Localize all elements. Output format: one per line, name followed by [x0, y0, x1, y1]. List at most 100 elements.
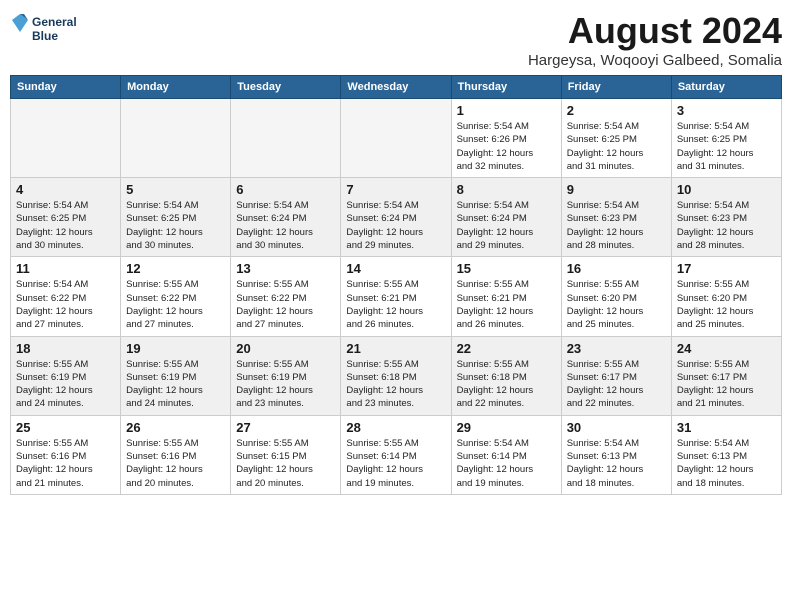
- calendar-cell: 16Sunrise: 5:55 AM Sunset: 6:20 PM Dayli…: [561, 257, 671, 336]
- calendar-week-2: 4 Sunrise: 5:54 AM Sunset: 6:25 PM Daylig…: [11, 178, 782, 257]
- day-info: Sunrise: 5:54 AM Sunset: 6:23 PM Dayligh…: [567, 199, 666, 252]
- day-number: 13: [236, 261, 335, 276]
- day-info: Sunrise: 5:54 AM Sunset: 6:13 PM Dayligh…: [677, 437, 776, 490]
- day-number: 18: [16, 341, 115, 356]
- day-number: 5: [126, 182, 225, 197]
- day-number: 22: [457, 341, 556, 356]
- day-number: 11: [16, 261, 115, 276]
- day-number: 15: [457, 261, 556, 276]
- day-number: 31: [677, 420, 776, 435]
- day-number: 26: [126, 420, 225, 435]
- calendar-cell: 28 Sunrise: 5:55 AM Sunset: 6:14 PM Dayli…: [341, 415, 451, 494]
- day-number: 29: [457, 420, 556, 435]
- calendar-week-1: 1 Sunrise: 5:54 AM Sunset: 6:26 PM Daylig…: [11, 99, 782, 178]
- day-info: Sunrise: 5:54 AM Sunset: 6:23 PM Dayligh…: [677, 199, 776, 252]
- day-info: Sunrise: 5:55 AM Sunset: 6:17 PM Dayligh…: [677, 358, 776, 411]
- calendar-cell: 2 Sunrise: 5:54 AM Sunset: 6:25 PM Daylig…: [561, 99, 671, 178]
- weekday-header-row: SundayMondayTuesdayWednesdayThursdayFrid…: [11, 76, 782, 99]
- calendar-cell: 15 Sunrise: 5:55 AM Sunset: 6:21 PM Dayli…: [451, 257, 561, 336]
- day-info: Sunrise: 5:54 AM Sunset: 6:14 PM Dayligh…: [457, 437, 556, 490]
- calendar-cell: 22 Sunrise: 5:55 AM Sunset: 6:18 PM Dayli…: [451, 336, 561, 415]
- day-info: Sunrise: 5:54 AM Sunset: 6:25 PM Dayligh…: [16, 199, 115, 252]
- day-info: Sunrise: 5:54 AM Sunset: 6:22 PM Dayligh…: [16, 278, 115, 331]
- day-info: Sunrise: 5:54 AM Sunset: 6:26 PM Dayligh…: [457, 120, 556, 173]
- day-number: 17: [677, 261, 776, 276]
- day-info: Sunrise: 5:54 AM Sunset: 6:13 PM Dayligh…: [567, 437, 666, 490]
- calendar-cell: 9 Sunrise: 5:54 AM Sunset: 6:23 PM Daylig…: [561, 178, 671, 257]
- calendar-cell: [11, 99, 121, 178]
- day-number: 4: [16, 182, 115, 197]
- calendar-cell: 27 Sunrise: 5:55 AM Sunset: 6:15 PM Dayli…: [231, 415, 341, 494]
- calendar-cell: 30 Sunrise: 5:54 AM Sunset: 6:13 PM Dayli…: [561, 415, 671, 494]
- page-header: General Blue August 2024 Hargeysa, Woqoo…: [10, 10, 782, 69]
- day-number: 12: [126, 261, 225, 276]
- svg-text:Blue: Blue: [32, 29, 58, 43]
- day-number: 7: [346, 182, 445, 197]
- weekday-header-saturday: Saturday: [671, 76, 781, 99]
- day-number: 25: [16, 420, 115, 435]
- day-number: 20: [236, 341, 335, 356]
- calendar-cell: 14 Sunrise: 5:55 AM Sunset: 6:21 PM Dayli…: [341, 257, 451, 336]
- calendar-cell: 1 Sunrise: 5:54 AM Sunset: 6:26 PM Daylig…: [451, 99, 561, 178]
- day-number: 30: [567, 420, 666, 435]
- day-number: 14: [346, 261, 445, 276]
- day-info: Sunrise: 5:54 AM Sunset: 6:24 PM Dayligh…: [236, 199, 335, 252]
- weekday-header-sunday: Sunday: [11, 76, 121, 99]
- calendar-cell: 26 Sunrise: 5:55 AM Sunset: 6:16 PM Dayli…: [121, 415, 231, 494]
- day-number: 10: [677, 182, 776, 197]
- day-number: 2: [567, 103, 666, 118]
- weekday-header-tuesday: Tuesday: [231, 76, 341, 99]
- day-info: Sunrise: 5:54 AM Sunset: 6:25 PM Dayligh…: [567, 120, 666, 173]
- day-number: 9: [567, 182, 666, 197]
- calendar-cell: 24 Sunrise: 5:55 AM Sunset: 6:17 PM Dayli…: [671, 336, 781, 415]
- calendar-cell: 6Sunrise: 5:54 AM Sunset: 6:24 PM Daylig…: [231, 178, 341, 257]
- calendar-cell: 21 Sunrise: 5:55 AM Sunset: 6:18 PM Dayli…: [341, 336, 451, 415]
- weekday-header-monday: Monday: [121, 76, 231, 99]
- day-info: Sunrise: 5:55 AM Sunset: 6:16 PM Dayligh…: [16, 437, 115, 490]
- location-subtitle: Hargeysa, Woqooyi Galbeed, Somalia: [528, 52, 782, 69]
- calendar-cell: 18Sunrise: 5:55 AM Sunset: 6:19 PM Dayli…: [11, 336, 121, 415]
- day-info: Sunrise: 5:55 AM Sunset: 6:18 PM Dayligh…: [457, 358, 556, 411]
- day-info: Sunrise: 5:55 AM Sunset: 6:15 PM Dayligh…: [236, 437, 335, 490]
- title-section: August 2024 Hargeysa, Woqooyi Galbeed, S…: [528, 10, 782, 69]
- calendar-cell: 17 Sunrise: 5:55 AM Sunset: 6:20 PM Dayli…: [671, 257, 781, 336]
- calendar-cell: 20 Sunrise: 5:55 AM Sunset: 6:19 PM Dayli…: [231, 336, 341, 415]
- calendar-week-4: 18 Sunrise: 5:55 AM Sunset: 6:19 PM Dayli…: [11, 336, 782, 415]
- calendar-cell: [121, 99, 231, 178]
- calendar-week-5: 25 Sunrise: 5:55 AM Sunset: 6:16 PM Dayli…: [11, 415, 782, 494]
- day-info: Sunrise: 5:55 AM Sunset: 6:21 PM Dayligh…: [457, 278, 556, 331]
- calendar-cell: [231, 99, 341, 178]
- calendar-cell: 4 Sunrise: 5:54 AM Sunset: 6:25 PM Daylig…: [11, 178, 121, 257]
- calendar-cell: 12Sunrise: 5:55 AM Sunset: 6:22 PM Dayli…: [121, 257, 231, 336]
- day-info: Sunrise: 5:55 AM Sunset: 6:14 PM Dayligh…: [346, 437, 445, 490]
- logo: General Blue: [10, 10, 80, 48]
- day-number: 23: [567, 341, 666, 356]
- day-info: Sunrise: 5:54 AM Sunset: 6:24 PM Dayligh…: [457, 199, 556, 252]
- day-number: 16: [567, 261, 666, 276]
- logo-svg: General Blue: [10, 10, 80, 48]
- day-info: Sunrise: 5:54 AM Sunset: 6:25 PM Dayligh…: [677, 120, 776, 173]
- day-number: 1: [457, 103, 556, 118]
- day-info: Sunrise: 5:55 AM Sunset: 6:19 PM Dayligh…: [236, 358, 335, 411]
- calendar-cell: 29 Sunrise: 5:54 AM Sunset: 6:14 PM Dayli…: [451, 415, 561, 494]
- calendar-cell: 13 Sunrise: 5:55 AM Sunset: 6:22 PM Dayli…: [231, 257, 341, 336]
- calendar-cell: 8Sunrise: 5:54 AM Sunset: 6:24 PM Daylig…: [451, 178, 561, 257]
- day-info: Sunrise: 5:55 AM Sunset: 6:19 PM Dayligh…: [126, 358, 225, 411]
- day-info: Sunrise: 5:55 AM Sunset: 6:18 PM Dayligh…: [346, 358, 445, 411]
- day-info: Sunrise: 5:54 AM Sunset: 6:24 PM Dayligh…: [346, 199, 445, 252]
- day-info: Sunrise: 5:55 AM Sunset: 6:21 PM Dayligh…: [346, 278, 445, 331]
- day-number: 24: [677, 341, 776, 356]
- day-info: Sunrise: 5:55 AM Sunset: 6:16 PM Dayligh…: [126, 437, 225, 490]
- day-info: Sunrise: 5:55 AM Sunset: 6:17 PM Dayligh…: [567, 358, 666, 411]
- day-info: Sunrise: 5:55 AM Sunset: 6:20 PM Dayligh…: [677, 278, 776, 331]
- calendar-cell: 19 Sunrise: 5:55 AM Sunset: 6:19 PM Dayli…: [121, 336, 231, 415]
- month-title: August 2024: [528, 10, 782, 52]
- day-number: 28: [346, 420, 445, 435]
- day-number: 21: [346, 341, 445, 356]
- day-number: 19: [126, 341, 225, 356]
- calendar-week-3: 11 Sunrise: 5:54 AM Sunset: 6:22 PM Dayli…: [11, 257, 782, 336]
- calendar-cell: 5 Sunrise: 5:54 AM Sunset: 6:25 PM Daylig…: [121, 178, 231, 257]
- day-number: 27: [236, 420, 335, 435]
- day-info: Sunrise: 5:55 AM Sunset: 6:22 PM Dayligh…: [236, 278, 335, 331]
- day-info: Sunrise: 5:54 AM Sunset: 6:25 PM Dayligh…: [126, 199, 225, 252]
